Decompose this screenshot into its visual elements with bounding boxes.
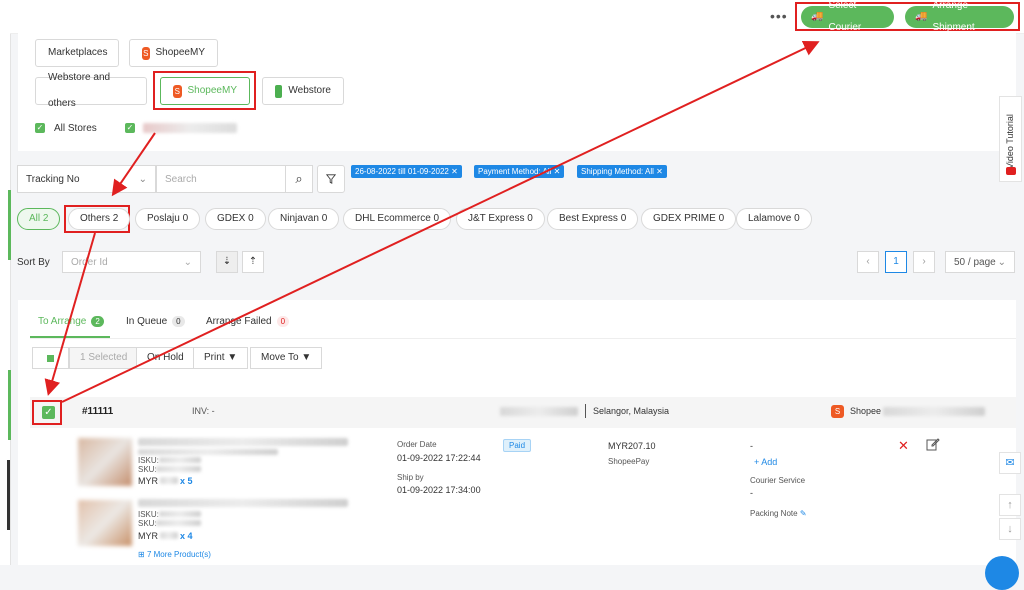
arrow-to-checkbox xyxy=(44,232,96,396)
arrow-to-others xyxy=(111,132,156,197)
annotation-arrows xyxy=(44,40,820,403)
arrow-to-actions xyxy=(61,40,820,403)
